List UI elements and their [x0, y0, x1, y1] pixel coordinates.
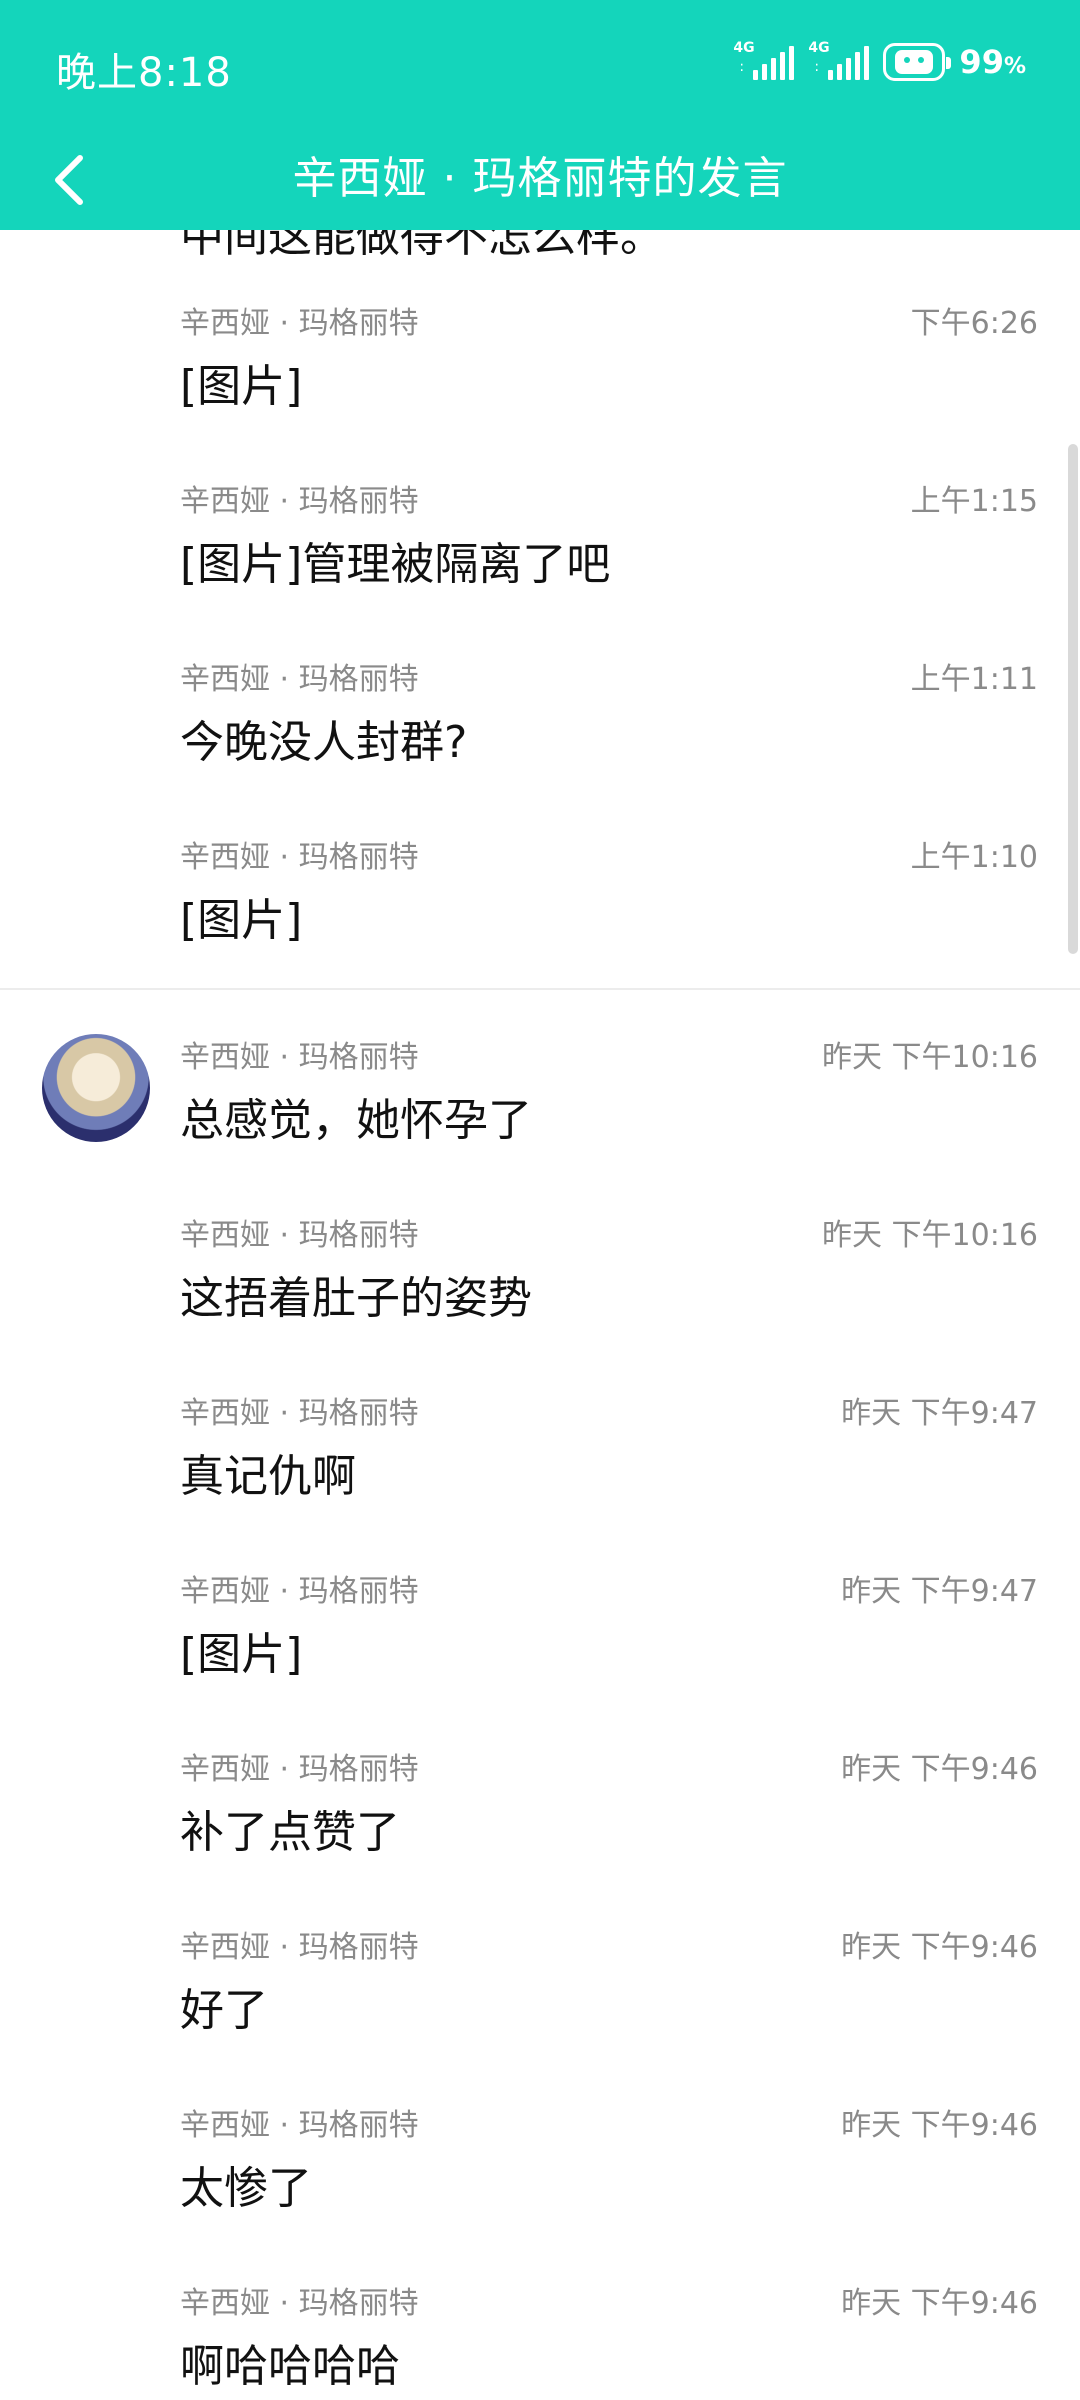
message-text: [图片] [180, 361, 303, 412]
message-text: 总感觉，她怀孕了 [180, 1095, 532, 1146]
message-item[interactable]: 辛西娅 · 玛格丽特 昨天 下午9:46 啊哈哈哈哈 [0, 2278, 1080, 2400]
message-time: 下午6:26 [910, 306, 1038, 341]
message-text: 好了 [180, 1985, 268, 2036]
nav-bar: 辛西娅 · 玛格丽特的发言 [0, 128, 1080, 230]
message-time: 昨天 下午9:46 [841, 1930, 1038, 1965]
sender-name: 辛西娅 · 玛格丽特 [180, 484, 419, 519]
divider [0, 988, 1080, 990]
message-text: [图片] [180, 1629, 303, 1680]
message-time: 昨天 下午10:16 [822, 1218, 1038, 1253]
sender-name: 辛西娅 · 玛格丽特 [180, 2108, 419, 2143]
message-item[interactable]: 辛西娅 · 玛格丽特 下午6:26 [图片] [0, 298, 1080, 476]
battery-percent: 99% [959, 43, 1026, 81]
message-time: 昨天 下午9:46 [841, 1752, 1038, 1787]
message-text: [图片] [180, 895, 303, 946]
sender-name: 辛西娅 · 玛格丽特 [180, 1752, 419, 1787]
sender-name: 辛西娅 · 玛格丽特 [180, 1040, 419, 1075]
message-item[interactable]: 辛西娅 · 玛格丽特 昨天 下午10:16 这捂着肚子的姿势 [0, 1210, 1080, 1388]
message-item[interactable]: 辛西娅 · 玛格丽特 上午1:11 今晚没人封群? [0, 654, 1080, 832]
message-time: 昨天 下午10:16 [822, 1040, 1038, 1075]
sender-name: 辛西娅 · 玛格丽特 [180, 1930, 419, 1965]
message-item[interactable]: 辛西娅 · 玛格丽特 昨天 下午10:16 总感觉，她怀孕了 [0, 1032, 1080, 1210]
message-time: 上午1:10 [910, 840, 1038, 875]
sender-name: 辛西娅 · 玛格丽特 [180, 662, 419, 697]
status-time: 晚上8:18 [56, 50, 232, 96]
sender-name: 辛西娅 · 玛格丽特 [180, 306, 419, 341]
message-item[interactable]: 辛西娅 · 玛格丽特 昨天 下午9:47 [图片] [0, 1566, 1080, 1744]
message-item[interactable]: 辛西娅 · 玛格丽特 昨天 下午9:46 好了 [0, 1922, 1080, 2100]
battery-icon [883, 43, 952, 81]
sender-name: 辛西娅 · 玛格丽特 [180, 1574, 419, 1609]
message-item[interactable]: 辛西娅 · 玛格丽特 上午1:10 [图片] [0, 832, 1080, 1010]
message-time: 上午1:11 [910, 662, 1038, 697]
network-type-label: 4G [733, 40, 755, 56]
message-text: 今晚没人封群? [180, 717, 468, 768]
partial-message-text: 中间这能做得不怎么样。 [180, 230, 664, 262]
message-list[interactable]: 中间这能做得不怎么样。 辛西娅 · 玛格丽特 下午6:26 [图片] 辛西娅 ·… [0, 230, 1080, 2400]
message-time: 昨天 下午9:47 [841, 1396, 1038, 1431]
message-item[interactable]: 辛西娅 · 玛格丽特 昨天 下午9:47 真记仇啊 [0, 1388, 1080, 1566]
message-time: 昨天 下午9:46 [841, 2286, 1038, 2321]
status-bar: 晚上8:18 4G : 4G : 99% [0, 0, 1080, 128]
sender-name: 辛西娅 · 玛格丽特 [180, 840, 419, 875]
message-text: 太惨了 [180, 2163, 312, 2214]
message-time: 昨天 下午9:46 [841, 2108, 1038, 2143]
message-time: 上午1:15 [910, 484, 1038, 519]
message-item[interactable]: 辛西娅 · 玛格丽特 上午1:15 [图片]管理被隔离了吧 [0, 476, 1080, 654]
sender-name: 辛西娅 · 玛格丽特 [180, 2286, 419, 2321]
status-icons: 4G : 4G : 99% [733, 40, 1026, 84]
message-text: 这捂着肚子的姿势 [180, 1273, 532, 1324]
message-item[interactable]: 辛西娅 · 玛格丽特 昨天 下午9:46 太惨了 [0, 2100, 1080, 2278]
sender-name: 辛西娅 · 玛格丽特 [180, 1218, 419, 1253]
message-text: 补了点赞了 [180, 1807, 400, 1858]
message-item[interactable]: 辛西娅 · 玛格丽特 昨天 下午9:46 补了点赞了 [0, 1744, 1080, 1922]
message-text: [图片]管理被隔离了吧 [180, 539, 611, 590]
message-text: 真记仇啊 [180, 1451, 356, 1502]
message-time: 昨天 下午9:47 [841, 1574, 1038, 1609]
page-title: 辛西娅 · 玛格丽特的发言 [292, 153, 788, 204]
message-text: 啊哈哈哈哈 [180, 2341, 400, 2392]
network-type-label-2: 4G [808, 40, 830, 56]
signal-icon: 4G : [733, 40, 795, 80]
scrollbar[interactable] [1068, 444, 1078, 954]
sender-name: 辛西娅 · 玛格丽特 [180, 1396, 419, 1431]
signal-icon-2: 4G : [808, 40, 870, 80]
